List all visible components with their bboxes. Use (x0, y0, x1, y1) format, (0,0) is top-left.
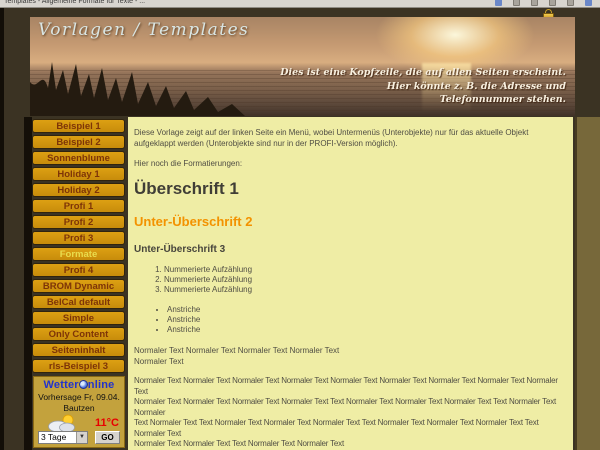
heading-3: Unter-Überschrift 3 (134, 244, 565, 256)
browser-toolbar-icon[interactable] (495, 0, 502, 6)
numbered-list-item: Nummerierte Aufzählung (164, 285, 565, 295)
normal-text-paragraph-2: Normaler Text Normaler Text Normaler Tex… (134, 376, 565, 450)
sidebar-item-belcal-default[interactable]: BelCal default (32, 295, 125, 309)
sidebar-item-brom-dynamic[interactable]: BROM Dynamic (32, 279, 125, 293)
numbered-list-item: Nummerierte Aufzählung (164, 275, 565, 285)
browser-toolbar-icon[interactable] (585, 0, 592, 6)
text-line: Normaler Text Normaler Text Normaler Tex… (134, 397, 565, 418)
logo-text-suffix: nline (88, 379, 115, 391)
sidebar-item-profi-1[interactable]: Profi 1 (32, 199, 125, 213)
temperature-value: 11°C (95, 417, 119, 429)
forecast-city: Bautzen (34, 403, 124, 413)
sidebar-item-only-content[interactable]: Only Content (32, 327, 125, 341)
sidebar-item-profi-3[interactable]: Profi 3 (32, 231, 125, 245)
formats-line: Hier noch die Formatierungen: (134, 158, 565, 169)
browser-toolbar-icon[interactable] (567, 0, 574, 6)
text-line: Normaler Text Normaler Text Normaler Tex… (134, 376, 565, 397)
heading-2: Unter-Überschrift 2 (134, 214, 565, 229)
heading-1: Überschrift 1 (134, 179, 565, 199)
tagline-line: Telefonnummer stehen. (280, 93, 566, 107)
bullet-list-item: Anstriche (167, 305, 565, 315)
normal-text-paragraph-1: Normaler Text Normaler Text Normaler Tex… (134, 345, 565, 367)
sidebar-item-simple[interactable]: Simple (32, 311, 125, 325)
sidebar-item-rls-beispiel-3[interactable]: rls-Beispiel 3 (32, 359, 125, 373)
window-left-edge (0, 8, 4, 450)
bullet-list-item: Anstriche (167, 325, 565, 335)
sidebar-item-holiday-2[interactable]: Holiday 2 (32, 183, 125, 197)
forecast-range-select[interactable]: 3 Tage ▼ (38, 431, 88, 444)
text-line: Normaler Text Normaler Text Normaler Tex… (134, 345, 565, 356)
wetteronline-logo[interactable]: Wetter nline (34, 379, 124, 391)
weather-controls: 3 Tage ▼ GO (38, 430, 122, 444)
sidebar-item-profi-4[interactable]: Profi 4 (32, 263, 125, 277)
sidebar-item-sonnenblume[interactable]: Sonnenblume (32, 151, 125, 165)
bullet-list: Anstriche Anstriche Anstriche (134, 305, 565, 335)
sidebar-item-formate[interactable]: Formate (32, 247, 125, 261)
logo-text-prefix: Wetter (44, 379, 79, 391)
text-line: Text Normaler Text Text Normaler Text No… (134, 418, 565, 439)
header-tagline: Dies ist eine Kopfzeile, die auf allen S… (280, 66, 566, 107)
sidebar-left-strip (24, 117, 32, 450)
main-content: Diese Vorlage zeigt auf der linken Seite… (128, 117, 573, 450)
sidebar-item-holiday-1[interactable]: Holiday 1 (32, 167, 125, 181)
text-line: Normaler Text (134, 356, 565, 367)
sidebar-item-seiteninhalt[interactable]: Seiteninhalt (32, 343, 125, 357)
browser-tab-bar: Templates - Allgemeine Formate für Texte… (0, 0, 600, 8)
browser-toolbar-icon[interactable] (549, 0, 556, 6)
sidebar-menu: Beispiel 1 Beispiel 2 Sonnenblume Holida… (32, 119, 125, 375)
sidebar-item-beispiel-1[interactable]: Beispiel 1 (32, 119, 125, 133)
sidebar-item-profi-2[interactable]: Profi 2 (32, 215, 125, 229)
browser-toolbar-icon[interactable] (531, 0, 538, 6)
go-button[interactable]: GO (95, 431, 120, 444)
intro-paragraph: Diese Vorlage zeigt auf der linken Seite… (134, 127, 565, 149)
forecast-range-value: 3 Tage (39, 432, 76, 443)
sidebar-item-beispiel-2[interactable]: Beispiel 2 (32, 135, 125, 149)
right-margin-strip (575, 117, 600, 450)
globe-icon (79, 380, 88, 389)
tagline-line: Hier könnte z. B. die Adresse und (280, 80, 566, 94)
grass-silhouette-decoration (30, 58, 245, 116)
browser-tab-title[interactable]: Templates - Allgemeine Formate für Texte… (4, 0, 334, 5)
forecast-date: Vorhersage Fr, 09.04. (34, 392, 124, 402)
browser-toolbar-icon[interactable] (513, 0, 520, 6)
browser-toolbar (495, 0, 592, 6)
page-title: Vorlagen / Templates (38, 20, 249, 40)
chevron-down-icon[interactable]: ▼ (76, 432, 87, 443)
tagline-line: Dies ist eine Kopfzeile, die auf allen S… (280, 66, 566, 80)
numbered-list: Nummerierte Aufzählung Nummerierte Aufzä… (134, 265, 565, 295)
bullet-list-item: Anstriche (167, 315, 565, 325)
numbered-list-item: Nummerierte Aufzählung (164, 265, 565, 275)
header-banner: Vorlagen / Templates Dies ist eine Kopfz… (30, 17, 575, 116)
text-line: Normaler Text Normaler Text Text Normale… (134, 439, 565, 450)
weather-widget: Wetter nline Vorhersage Fr, 09.04. Bautze… (33, 376, 125, 448)
